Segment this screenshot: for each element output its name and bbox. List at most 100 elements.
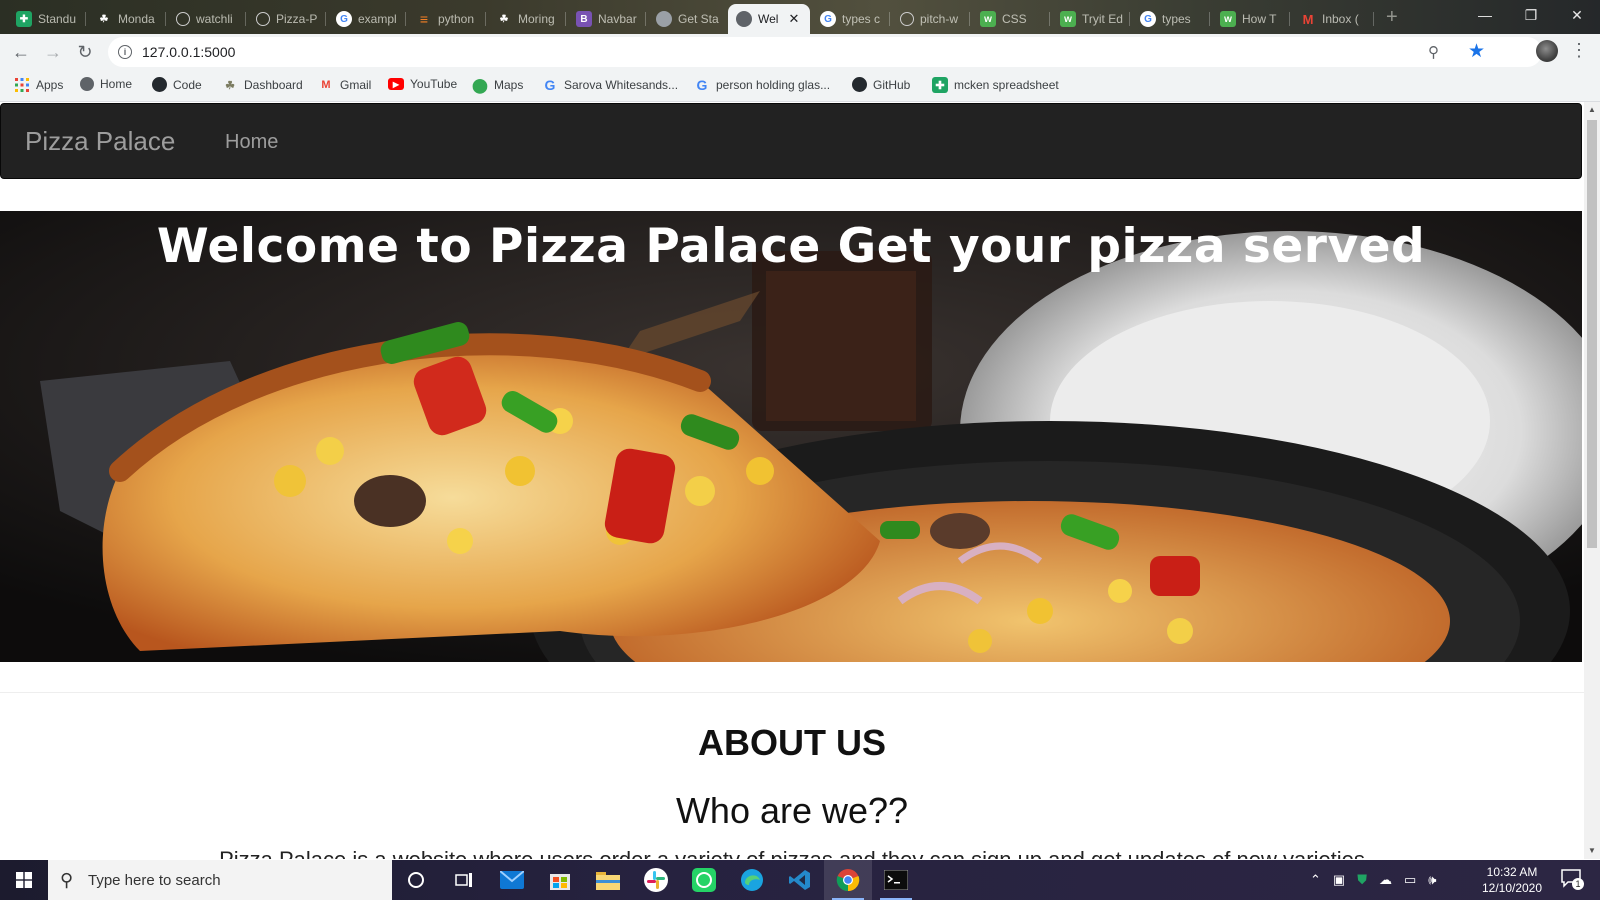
start-button[interactable] bbox=[0, 860, 48, 900]
bookmark-mcken-spreadsheet[interactable]: ✚ mcken spreadsheet bbox=[932, 77, 1059, 93]
browser-tab[interactable]: G types c bbox=[812, 4, 890, 34]
whatsapp-icon[interactable] bbox=[680, 860, 728, 900]
scrollbar-thumb[interactable] bbox=[1587, 120, 1597, 548]
search-placeholder: Type here to search bbox=[88, 872, 221, 889]
bookmark-label: GitHub bbox=[873, 77, 911, 92]
forward-arrow-icon[interactable]: → bbox=[40, 40, 66, 64]
chrome-icon[interactable] bbox=[824, 860, 872, 900]
tab-title: Moring bbox=[518, 12, 555, 26]
tab-title: pitch-w bbox=[920, 12, 959, 26]
tab-title: types c bbox=[842, 12, 881, 26]
browser-tab[interactable]: Get Sta bbox=[648, 4, 726, 34]
vscode-icon[interactable] bbox=[776, 860, 824, 900]
bootstrap-icon: B bbox=[576, 11, 592, 27]
bookmark-youtube[interactable]: ▶ YouTube bbox=[388, 77, 457, 91]
hero-banner: Welcome to Pizza Palace Get your pizza s… bbox=[0, 211, 1582, 662]
task-view-icon[interactable] bbox=[440, 860, 488, 900]
zoom-icon[interactable]: ⚲ bbox=[1428, 43, 1439, 61]
chevron-up-icon[interactable]: ⌃ bbox=[1310, 872, 1321, 888]
browser-tab[interactable]: watchli bbox=[168, 4, 246, 34]
bookmark-person-holding[interactable]: G person holding glas... bbox=[694, 77, 831, 93]
tab-title: Monda bbox=[118, 12, 155, 26]
tab-title: Tryit Ed bbox=[1082, 12, 1123, 26]
back-arrow-icon[interactable]: ← bbox=[8, 40, 34, 64]
bookmark-gmail[interactable]: M Gmail bbox=[318, 77, 371, 93]
defender-shield-icon[interactable]: ⛊ bbox=[1357, 872, 1367, 888]
new-tab-button[interactable]: + bbox=[1386, 6, 1398, 29]
maps-pin-icon: ⬤ bbox=[472, 76, 488, 93]
browser-tab[interactable]: pitch-w bbox=[892, 4, 970, 34]
browser-tab[interactable]: ☘ Moring bbox=[488, 4, 566, 34]
close-tab-icon[interactable]: ✕ bbox=[788, 11, 799, 27]
google-icon: G bbox=[1140, 11, 1156, 27]
site-navbar: Pizza Palace Home bbox=[0, 103, 1582, 179]
windows-taskbar: ⚲ Type here to search ⌃ ▣ ⛊ ☁ ▭ 🕪 10:32 … bbox=[0, 860, 1600, 900]
reload-icon[interactable]: ↻ bbox=[72, 40, 98, 64]
browser-tab[interactable]: G types bbox=[1132, 4, 1210, 34]
browser-tab[interactable]: G exampl bbox=[328, 4, 406, 34]
url-text[interactable]: 127.0.0.1:5000 bbox=[142, 44, 235, 60]
palm-icon: ☘ bbox=[99, 13, 109, 25]
bookmark-label: YouTube bbox=[410, 77, 458, 91]
bookmark-code[interactable]: Code bbox=[152, 77, 202, 92]
bookmark-star-icon[interactable]: ★ bbox=[1468, 40, 1485, 63]
browser-tab[interactable]: Pizza-P bbox=[248, 4, 326, 34]
mail-icon[interactable] bbox=[488, 860, 536, 900]
browser-tab[interactable]: w How T bbox=[1212, 4, 1290, 34]
page-scrollbar[interactable]: ▲ ▼ bbox=[1584, 102, 1600, 859]
browser-menu-icon[interactable]: ⋮ bbox=[1570, 40, 1588, 60]
site-brand[interactable]: Pizza Palace bbox=[25, 126, 175, 157]
taskbar-clock[interactable]: 10:32 AM 12/10/2020 bbox=[1474, 864, 1550, 896]
about-subheading: Who are we?? bbox=[675, 790, 909, 831]
taskbar-search-box[interactable]: ⚲ Type here to search bbox=[48, 860, 392, 900]
tab-title: Pizza-P bbox=[276, 12, 318, 26]
store-icon[interactable] bbox=[536, 860, 584, 900]
terminal-icon[interactable] bbox=[872, 860, 920, 900]
tab-title: Get Sta bbox=[678, 12, 719, 26]
nav-home-link[interactable]: Home bbox=[225, 131, 278, 154]
bookmark-home[interactable]: Home bbox=[80, 77, 132, 91]
restore-icon[interactable]: ❐ bbox=[1508, 0, 1554, 30]
browser-tab[interactable]: ≡ python bbox=[408, 4, 486, 34]
w3schools-icon: w bbox=[980, 11, 996, 27]
globe-icon bbox=[80, 77, 94, 91]
bookmark-github[interactable]: GitHub bbox=[852, 77, 910, 92]
scroll-up-icon[interactable]: ▲ bbox=[1588, 105, 1596, 114]
browser-tab[interactable]: B Navbar bbox=[568, 4, 646, 34]
file-explorer-icon[interactable] bbox=[584, 860, 632, 900]
site-info-icon[interactable]: i bbox=[118, 45, 132, 59]
palm-icon: ☘ bbox=[499, 13, 509, 25]
minimize-icon[interactable]: — bbox=[1462, 0, 1508, 30]
clock-date: 12/10/2020 bbox=[1481, 881, 1543, 895]
bookmark-label: Gmail bbox=[340, 78, 372, 92]
profile-avatar[interactable] bbox=[1536, 40, 1558, 62]
onedrive-cloud-icon[interactable]: ☁ bbox=[1379, 872, 1392, 888]
edge-icon[interactable] bbox=[728, 860, 776, 900]
volume-icon[interactable]: 🕪 bbox=[1428, 872, 1436, 888]
windows-logo-icon bbox=[16, 872, 32, 888]
close-window-icon[interactable]: ✕ bbox=[1554, 0, 1600, 30]
bookmark-sarova[interactable]: G Sarova Whitesands... bbox=[542, 77, 679, 93]
apps-grid-icon bbox=[14, 77, 30, 93]
about-paragraph: Pizza Palace is a website where users or… bbox=[0, 847, 1584, 859]
bookmark-apps[interactable]: Apps bbox=[14, 77, 63, 93]
scroll-down-icon[interactable]: ▼ bbox=[1588, 846, 1596, 855]
google-icon: G bbox=[544, 77, 556, 93]
bookmark-dashboard[interactable]: ☘ Dashboard bbox=[222, 77, 303, 93]
address-bar[interactable]: i 127.0.0.1:5000 ⚲ ★ bbox=[108, 37, 1542, 67]
github-icon bbox=[176, 12, 190, 26]
bookmark-maps[interactable]: ⬤ Maps bbox=[472, 77, 523, 93]
notification-center-icon[interactable]: 1 bbox=[1560, 868, 1586, 892]
slack-icon[interactable] bbox=[632, 860, 680, 900]
battery-icon[interactable]: ▭ bbox=[1404, 872, 1416, 888]
browser-tab[interactable]: M Inbox ( bbox=[1292, 4, 1374, 34]
meet-now-icon[interactable]: ▣ bbox=[1333, 872, 1345, 888]
cortana-icon[interactable] bbox=[392, 860, 440, 900]
browser-tab[interactable]: w Tryit Ed bbox=[1052, 4, 1130, 34]
tab-title: Inbox ( bbox=[1322, 12, 1359, 26]
browser-tab[interactable]: w CSS bbox=[972, 4, 1050, 34]
browser-tab[interactable]: ☘ Monda bbox=[88, 4, 166, 34]
browser-tab[interactable]: ✚ Standu bbox=[8, 4, 86, 34]
browser-tab-active[interactable]: Wel ✕ bbox=[728, 4, 810, 34]
github-icon bbox=[900, 12, 914, 26]
